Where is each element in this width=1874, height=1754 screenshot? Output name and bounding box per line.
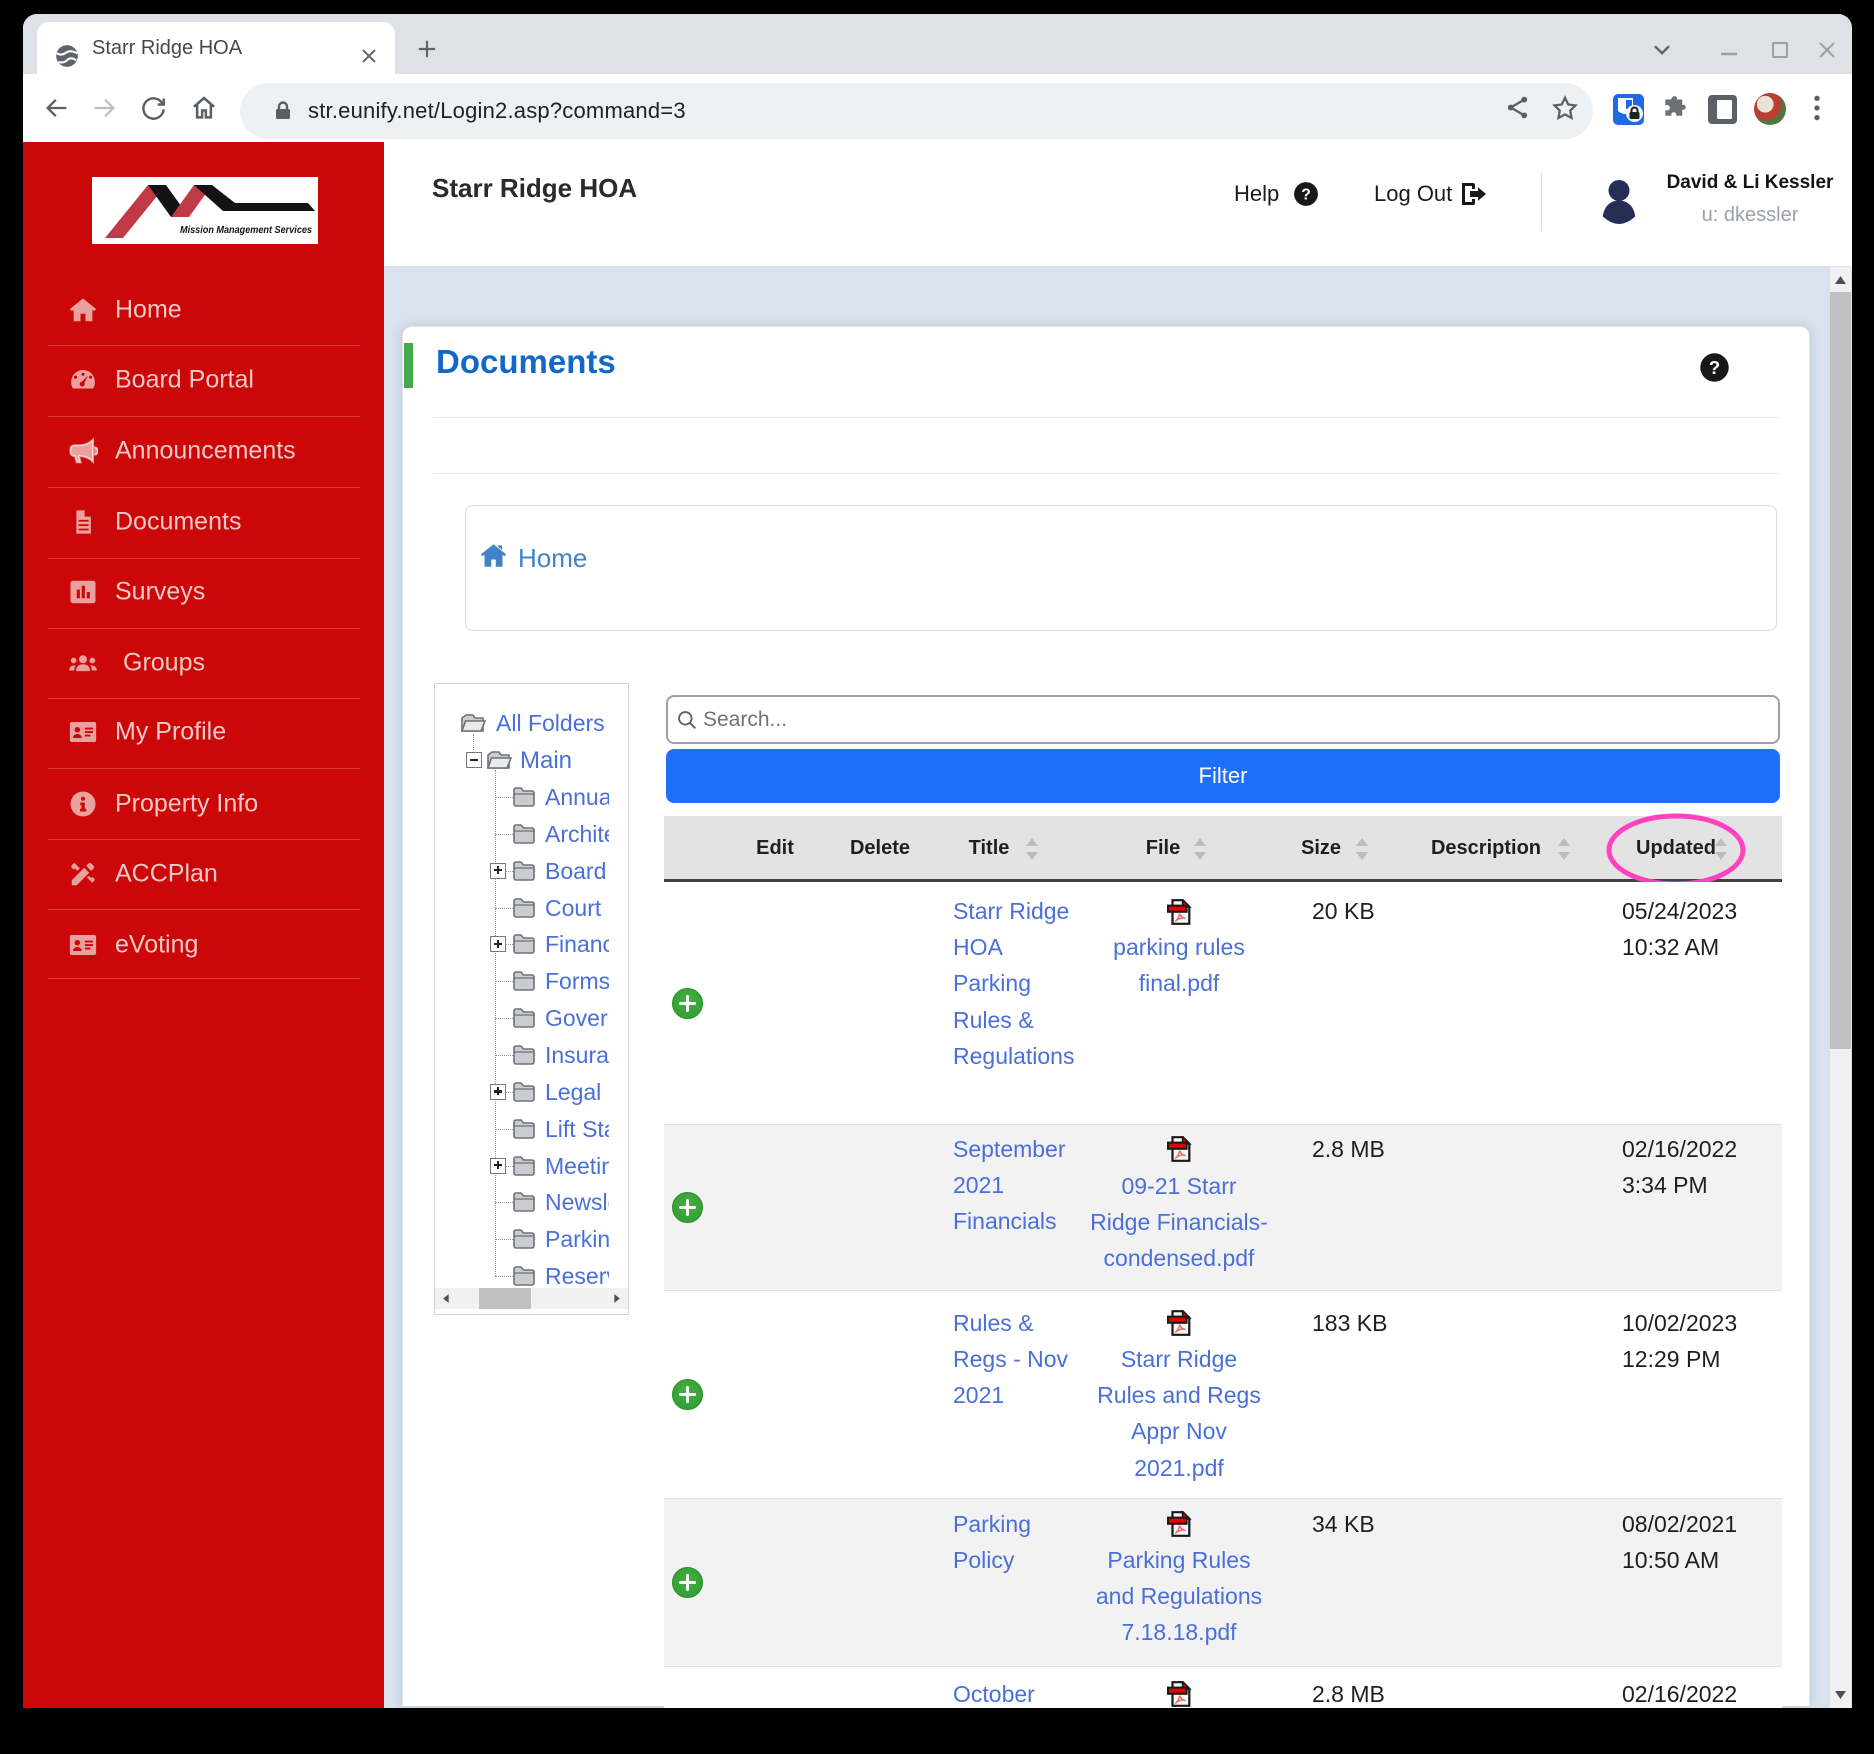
svg-text:?: ? bbox=[1709, 357, 1720, 378]
svg-text:?: ? bbox=[1301, 187, 1311, 204]
svg-text:Mission Management Services: Mission Management Services bbox=[180, 225, 313, 236]
